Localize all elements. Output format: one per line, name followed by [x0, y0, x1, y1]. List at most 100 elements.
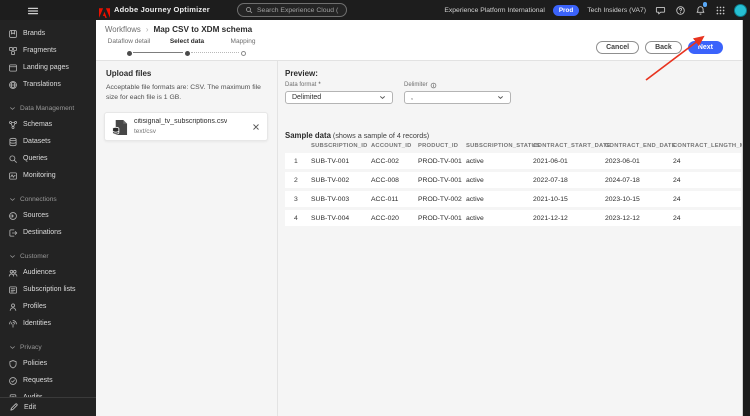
app-screen: Adobe Journey Optimizer Experience Platf…: [0, 0, 750, 416]
sidebar-item-schemas[interactable]: Schemas: [0, 116, 96, 133]
subscription-lists-icon: [8, 285, 18, 295]
sidebar-item-label: Requests: [23, 377, 53, 384]
schemas-icon: [8, 120, 18, 130]
sidebar-edit-button[interactable]: Edit: [0, 397, 96, 416]
sidebar-section-privacy[interactable]: Privacy: [0, 339, 96, 355]
chevron-down-icon: [9, 105, 16, 112]
sidebar-section-data-management[interactable]: Data Management: [0, 100, 96, 116]
header-actions: Cancel Back Next: [596, 41, 723, 54]
column-header: CONTRACT_END_DATE: [605, 143, 676, 149]
table-cell: ACC-011: [371, 191, 418, 207]
chevron-down-icon: [379, 94, 386, 101]
sidebar-item-label: Queries: [23, 155, 48, 162]
table-cell: 2023-12-12: [605, 210, 673, 226]
fragments-icon: [8, 46, 18, 56]
sidebar-item-label: Profiles: [23, 303, 47, 310]
global-search[interactable]: [237, 3, 347, 17]
sidebar-item-policies[interactable]: Policies: [0, 355, 96, 372]
environment-badge[interactable]: Prod: [552, 4, 580, 16]
data-format-field: Data format * Delimited: [285, 81, 393, 104]
help-button[interactable]: [674, 4, 686, 16]
sidebar-item-label: Destinations: [23, 229, 62, 236]
user-avatar[interactable]: [734, 3, 747, 17]
adobe-logo-icon: [99, 5, 110, 23]
data-format-value: Delimited: [292, 94, 322, 101]
sidebar-item-label: Schemas: [23, 121, 53, 128]
sidebar-item-sources[interactable]: Sources: [0, 207, 96, 224]
menu-icon[interactable]: [27, 4, 39, 16]
step-dot-dataflow-detail: [126, 50, 132, 56]
preview-title: Preview:: [285, 69, 318, 78]
sidebar-item-requests[interactable]: Requests: [0, 372, 96, 389]
sidebar-item-label: Datasets: [23, 138, 51, 145]
policies-icon: [8, 359, 18, 369]
sidebar-item-subscription-lists[interactable]: Subscription lists: [0, 281, 96, 298]
table-row[interactable]: 1 SUB-TV-001 ACC-002 PROD-TV-001 active 2021-…: [285, 153, 741, 169]
step-label-mapping[interactable]: Mapping: [203, 38, 283, 45]
sidebar-item-brands[interactable]: Brands: [0, 25, 96, 42]
sidebar-item-audiences[interactable]: Audiences: [0, 264, 96, 281]
breadcrumb-separator: ›: [145, 25, 149, 34]
sidebar-item-audits[interactable]: Audits: [0, 389, 96, 397]
delimiter-select[interactable]: ,: [404, 91, 511, 104]
sidebar-item-destinations[interactable]: Destinations: [0, 224, 96, 241]
sidebar-item-label: Audiences: [23, 269, 56, 276]
search-icon: [246, 7, 253, 14]
column-header: SUBSCRIPTION_STATUS: [466, 143, 541, 149]
app-title: Adobe Journey Optimizer: [114, 5, 210, 14]
back-button[interactable]: Back: [645, 41, 682, 54]
sidebar-section-customer[interactable]: Customer: [0, 248, 96, 264]
table-cell: ACC-002: [371, 153, 418, 169]
sidebar-section-connections[interactable]: Connections: [0, 191, 96, 207]
sidebar-item-landing-pages[interactable]: Landing pages: [0, 59, 96, 76]
sidebar-item-label: Subscription lists: [23, 286, 76, 293]
cancel-button[interactable]: Cancel: [596, 41, 640, 54]
app-switcher-button[interactable]: [714, 4, 726, 16]
next-button[interactable]: Next: [687, 41, 723, 54]
sidebar-item-queries[interactable]: Queries: [0, 150, 96, 167]
column-header: [285, 140, 311, 150]
remove-file-button[interactable]: [251, 122, 261, 132]
table-cell: SUB-TV-004: [311, 210, 371, 226]
notifications-button[interactable]: [694, 2, 707, 16]
breadcrumb: Workflows › Map CSV to XDM schema: [105, 25, 252, 34]
page-title: Map CSV to XDM schema: [153, 25, 253, 34]
upload-files-panel: Upload files Acceptable file formats are…: [96, 61, 277, 416]
table-cell: PROD-TV-001: [418, 172, 466, 188]
sidebar-item-profiles[interactable]: Profiles: [0, 298, 96, 315]
table-row[interactable]: 2 SUB-TV-002 ACC-008 PROD-TV-001 active 2022-…: [285, 172, 741, 188]
sidebar-item-translations[interactable]: Translations: [0, 76, 96, 93]
sidebar-item-fragments[interactable]: Fragments: [0, 42, 96, 59]
translations-icon: [8, 80, 18, 90]
search-input[interactable]: [257, 6, 339, 14]
screen-right-edge: [742, 20, 750, 416]
sidebar-item-label: Monitoring: [23, 172, 56, 179]
table-row[interactable]: 4 SUB-TV-004 ACC-020 PROD-TV-001 active 2021-…: [285, 210, 741, 226]
breadcrumb-workflows[interactable]: Workflows: [105, 25, 141, 34]
column-header: CONTRACT_START_DATE: [533, 143, 611, 149]
chevron-down-icon: [9, 253, 16, 260]
destinations-icon: [8, 228, 18, 238]
data-format-select[interactable]: Delimited: [285, 91, 393, 104]
panel-divider: [277, 61, 278, 416]
sidebar-item-datasets[interactable]: Datasets: [0, 133, 96, 150]
step-connector-dotted: [191, 52, 239, 53]
info-icon[interactable]: [430, 82, 437, 89]
sidebar-item-label: Policies: [23, 360, 48, 367]
table-cell: PROD-TV-001: [418, 153, 466, 169]
sidebar-item-monitoring[interactable]: Monitoring: [0, 167, 96, 184]
sandbox-name[interactable]: Tech Insiders (VA7): [587, 7, 646, 14]
feedback-button[interactable]: [654, 4, 666, 16]
sidebar-item-label: Sources: [23, 212, 49, 219]
uploaded-file-card[interactable]: citisignal_tv_subscriptions.csv text/csv: [104, 112, 268, 141]
sidebar-section-label: Customer: [20, 252, 49, 260]
datasets-icon: [8, 137, 18, 147]
delimiter-label-row: Delimiter: [404, 81, 511, 89]
left-sidebar: Brands Fragments Landing pages Translati…: [0, 20, 96, 416]
step-dot-select-data: [184, 50, 190, 56]
table-row[interactable]: 3 SUB-TV-003 ACC-011 PROD-TV-002 active 2021-…: [285, 191, 741, 207]
table-cell: 4: [285, 210, 311, 226]
table-cell: active: [466, 153, 533, 169]
sidebar-item-identities[interactable]: Identities: [0, 315, 96, 332]
brands-icon: [8, 29, 18, 39]
